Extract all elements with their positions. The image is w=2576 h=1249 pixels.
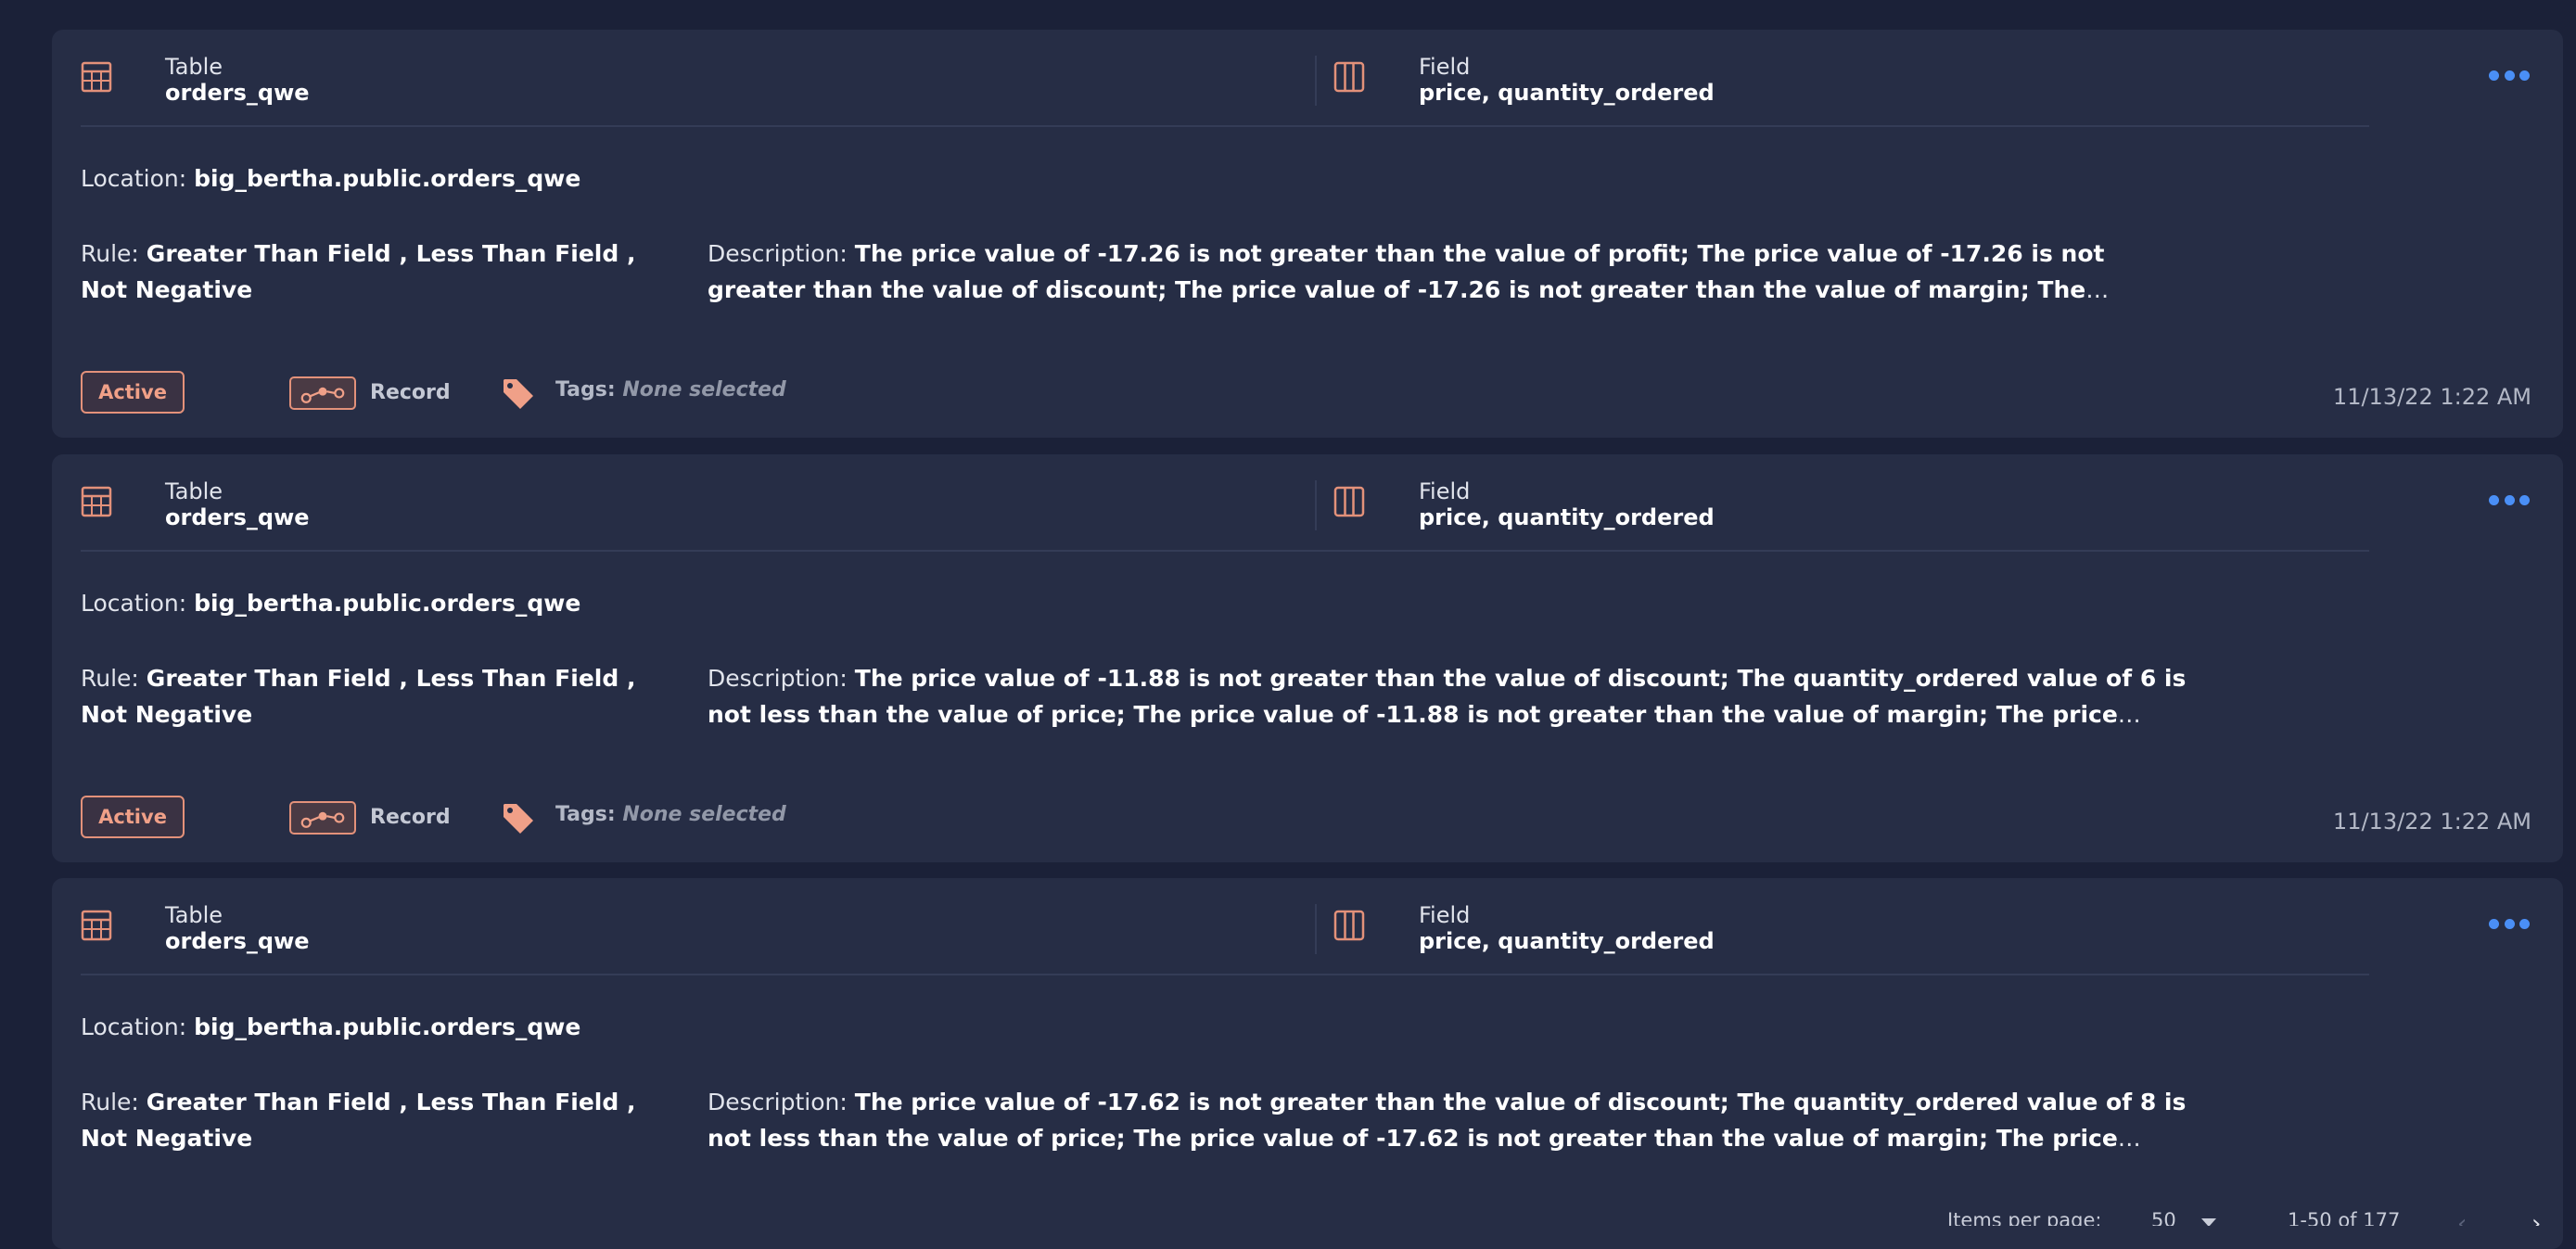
tags-value: None selected <box>622 378 786 401</box>
location-line: Location: big_bertha.public.orders_qwe <box>81 165 581 192</box>
items-per-page-label: Items per page: <box>1947 1209 2102 1226</box>
header-divider <box>1315 480 1317 530</box>
card-header: Table orders_qwe Field price, quantity_o… <box>52 454 2563 552</box>
record-icon <box>289 376 356 410</box>
table-info: Table orders_qwe <box>165 902 310 954</box>
more-dots-icon <box>2489 70 2499 81</box>
table-icon <box>81 486 112 517</box>
header-separator <box>81 125 2369 127</box>
issue-card[interactable]: Table orders_qwe Field price, quantity_o… <box>52 454 2563 862</box>
columns-icon <box>1333 61 1365 93</box>
more-dots-icon <box>2489 494 2499 505</box>
table-label: Table <box>165 902 223 928</box>
rule-line: Rule: Greater Than Field , Less Than Fie… <box>81 1089 636 1152</box>
record-label: Record <box>370 806 451 829</box>
table-icon <box>81 61 112 93</box>
rule-line: Rule: Greater Than Field , Less Than Fie… <box>81 665 636 728</box>
table-name: orders_qwe <box>165 928 310 954</box>
header-divider <box>1315 56 1317 106</box>
header-separator <box>81 974 2369 975</box>
chevron-left-icon[interactable]: ‹ <box>2457 1212 2467 1226</box>
card-header: Table orders_qwe Field price, quantity_o… <box>52 878 2563 975</box>
field-names: price, quantity_ordered <box>1419 928 1715 954</box>
field-names: price, quantity_ordered <box>1419 80 1715 106</box>
table-icon <box>81 910 112 941</box>
rule-value: Greater Than Field , Less Than Field , N… <box>81 665 636 728</box>
table-info: Table orders_qwe <box>165 54 310 106</box>
location-value: big_bertha.public.orders_qwe <box>194 1013 581 1040</box>
items-per-page-select[interactable]: 50 <box>2151 1209 2176 1226</box>
field-label: Field <box>1419 54 1471 80</box>
field-info: Field price, quantity_ordered <box>1419 902 1715 954</box>
table-label: Table <box>165 478 223 504</box>
table-name: orders_qwe <box>165 80 310 106</box>
status-badge[interactable]: Active <box>81 371 185 414</box>
card-header: Table orders_qwe Field price, quantity_o… <box>52 30 2563 127</box>
table-label: Table <box>165 54 223 80</box>
status-badge[interactable]: Active <box>81 796 185 838</box>
location-line: Location: big_bertha.public.orders_qwe <box>81 1013 581 1040</box>
more-options-button[interactable] <box>2489 67 2530 83</box>
record-icon <box>289 801 356 835</box>
description-line: Description: The price value of -17.62 i… <box>708 1084 2191 1156</box>
more-dots-icon <box>2489 918 2499 929</box>
location-value: big_bertha.public.orders_qwe <box>194 590 581 617</box>
field-info: Field price, quantity_ordered <box>1419 478 1715 530</box>
card-footer: Active Record Tags: None selected 11/13/… <box>52 796 2563 851</box>
tags-value: None selected <box>622 803 786 826</box>
rule-line: Rule: Greater Than Field , Less Than Fie… <box>81 240 636 303</box>
pagination-bar: Items per page: 50 1-50 of 177 ‹ › <box>0 1205 2576 1226</box>
record-label: Record <box>370 381 451 404</box>
location-line: Location: big_bertha.public.orders_qwe <box>81 590 581 617</box>
field-label: Field <box>1419 478 1471 504</box>
table-info: Table orders_qwe <box>165 478 310 530</box>
card-footer: Active Record Tags: None selected 11/13/… <box>52 371 2563 427</box>
description-line: Description: The price value of -11.88 i… <box>708 660 2191 733</box>
table-name: orders_qwe <box>165 504 310 530</box>
tag-icon <box>504 804 533 834</box>
description-value: The price value of -17.62 is not greater… <box>708 1089 2187 1152</box>
timestamp: 11/13/22 1:22 AM <box>2332 384 2531 410</box>
header-separator <box>81 550 2369 552</box>
location-value: big_bertha.public.orders_qwe <box>194 165 581 192</box>
columns-icon <box>1333 486 1365 517</box>
description-value: The price value of -17.26 is not greater… <box>708 240 2105 303</box>
tag-icon <box>504 379 533 409</box>
tags-selector[interactable]: Tags: None selected <box>555 378 786 401</box>
timestamp: 11/13/22 1:22 AM <box>2332 809 2531 835</box>
description-value: The price value of -11.88 is not greater… <box>708 665 2187 728</box>
header-divider <box>1315 904 1317 954</box>
more-options-button[interactable] <box>2489 491 2530 508</box>
rule-value: Greater Than Field , Less Than Field , N… <box>81 1089 636 1152</box>
issue-card[interactable]: Table orders_qwe Field price, quantity_o… <box>52 30 2563 438</box>
field-label: Field <box>1419 902 1471 928</box>
field-info: Field price, quantity_ordered <box>1419 54 1715 106</box>
caret-down-icon[interactable] <box>2201 1218 2216 1226</box>
rule-value: Greater Than Field , Less Than Field , N… <box>81 240 636 303</box>
columns-icon <box>1333 910 1365 941</box>
description-line: Description: The price value of -17.26 i… <box>708 236 2191 308</box>
page-range: 1-50 of 177 <box>2288 1209 2401 1226</box>
tags-selector[interactable]: Tags: None selected <box>555 803 786 826</box>
chevron-right-icon[interactable]: › <box>2531 1212 2541 1226</box>
field-names: price, quantity_ordered <box>1419 504 1715 530</box>
more-options-button[interactable] <box>2489 915 2530 932</box>
issue-card[interactable]: Table orders_qwe Field price, quantity_o… <box>52 878 2563 1249</box>
